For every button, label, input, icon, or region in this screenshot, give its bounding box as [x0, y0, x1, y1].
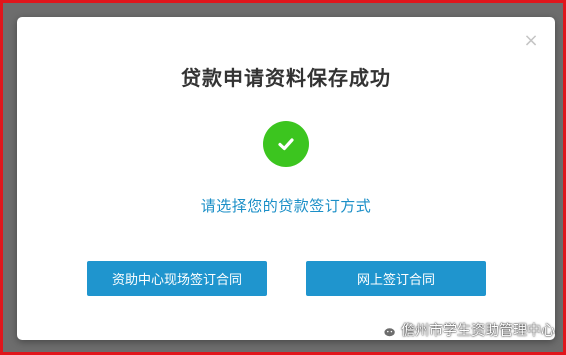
close-icon: ×: [523, 30, 539, 51]
dialog-title: 贷款申请资料保存成功: [181, 66, 391, 90]
watermark: 儋州市学生资助管理中心: [375, 320, 555, 340]
onsite-sign-button[interactable]: 资助中心现场签订合同: [87, 261, 267, 296]
checkmark-icon: [278, 138, 294, 151]
online-sign-button[interactable]: 网上签订合同: [306, 261, 486, 296]
close-button[interactable]: ×: [521, 31, 541, 51]
success-dialog: × 贷款申请资料保存成功 请选择您的贷款签订方式 资助中心现场签订合同 网上签订…: [17, 17, 555, 340]
onsite-sign-label: 资助中心现场签订合同: [111, 273, 242, 288]
wechat-icon: [375, 321, 397, 338]
check-circle-icon: [263, 121, 309, 167]
online-sign-label: 网上签订合同: [356, 273, 435, 288]
screenshot-frame: × 贷款申请资料保存成功 请选择您的贷款签订方式 资助中心现场签订合同 网上签订…: [0, 0, 566, 355]
watermark-text: 儋州市学生资助管理中心: [401, 323, 555, 339]
dialog-subtitle: 请选择您的贷款签订方式: [200, 197, 372, 215]
